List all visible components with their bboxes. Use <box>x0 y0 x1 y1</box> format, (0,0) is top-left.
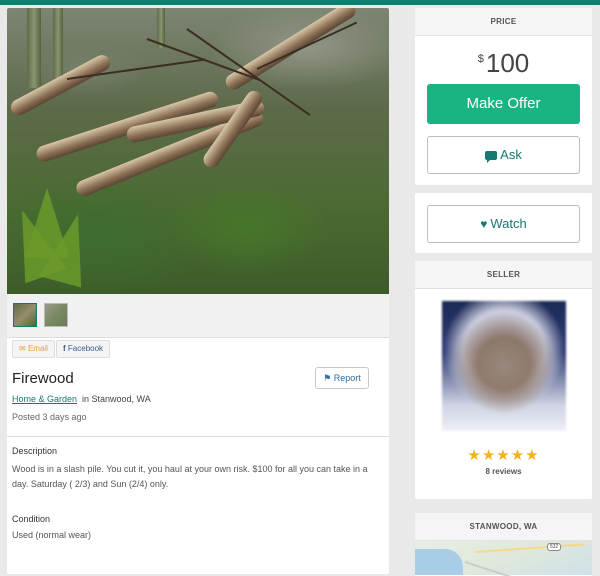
watch-button[interactable]: ♥ Watch <box>427 205 580 243</box>
share-facebook-label: Facebook <box>67 344 104 353</box>
price-panel: PRICE $100 Make Offer Ask <box>415 8 592 185</box>
log <box>222 8 359 93</box>
map-panel: STANWOOD, WA 532 <box>415 513 592 576</box>
ask-label: Ask <box>500 147 522 162</box>
category-link[interactable]: Home & Garden <box>12 394 77 404</box>
flag-icon: ⚑ <box>323 373 332 383</box>
report-button[interactable]: ⚑ Report <box>315 367 369 389</box>
thumbnail-2[interactable] <box>44 303 68 327</box>
seller-reviews-link[interactable]: 8 reviews <box>415 467 592 476</box>
price-currency: $ <box>477 53 484 65</box>
description-label: Description <box>12 446 58 456</box>
report-label: Report <box>333 373 361 383</box>
heart-icon: ♥ <box>480 217 488 231</box>
watch-label: Watch <box>490 216 527 231</box>
price-display: $100 <box>415 48 592 79</box>
condition-text: Used (normal wear) <box>12 530 92 540</box>
thumbnail-1[interactable] <box>13 303 37 327</box>
posted-time: Posted 3 days ago <box>12 412 87 422</box>
map-water <box>415 549 463 575</box>
fern <box>25 188 69 258</box>
tree-trunk <box>53 8 63 78</box>
price-header: PRICE <box>415 8 592 36</box>
share-facebook-button[interactable]: f Facebook <box>56 340 111 358</box>
route-shield: 532 <box>547 543 561 551</box>
seller-avatar[interactable] <box>442 301 566 431</box>
watch-panel: ♥ Watch <box>415 193 592 253</box>
description-text: Wood is in a slash pile. You cut it, you… <box>12 464 368 489</box>
map-road <box>474 543 585 553</box>
listing-location: in Stanwood, WA <box>82 394 151 404</box>
price-amount: 100 <box>485 48 530 78</box>
location-map[interactable]: 532 <box>415 541 592 576</box>
ask-button[interactable]: Ask <box>427 136 580 174</box>
share-email-label: Email <box>27 344 48 353</box>
facebook-icon: f <box>63 344 66 353</box>
share-email-button[interactable]: ✉ Email <box>12 340 55 358</box>
chat-icon <box>485 151 498 163</box>
seller-panel: SELLER ★★★★★ 8 reviews <box>415 261 592 499</box>
top-accent-bar <box>0 0 600 5</box>
make-offer-button[interactable]: Make Offer <box>427 84 580 124</box>
section-divider <box>7 436 389 437</box>
thumbnail-strip <box>7 294 389 338</box>
tree-trunk <box>27 8 41 88</box>
seller-header: SELLER <box>415 261 592 289</box>
seller-rating-stars: ★★★★★ <box>467 447 540 464</box>
main-photo[interactable] <box>7 8 389 294</box>
condition-label: Condition <box>12 514 51 524</box>
email-icon: ✉ <box>19 344 26 353</box>
map-header: STANWOOD, WA <box>415 513 592 541</box>
map-road <box>464 561 542 576</box>
listing-title: Firewood <box>12 370 74 387</box>
